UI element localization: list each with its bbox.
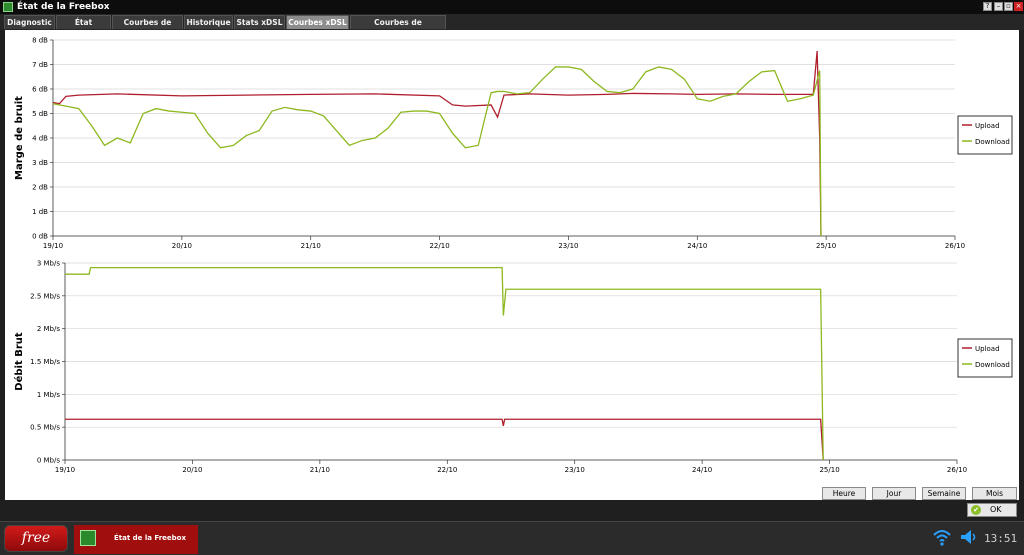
series-line-upload (65, 418, 824, 461)
app-icon (3, 2, 13, 12)
series-line-upload (52, 50, 822, 237)
x-tick-label: 19/10 (43, 242, 63, 250)
tab-bar: Diagnostic État Internet Courbes de Débi… (0, 14, 1024, 41)
noise-margin-chart: 0 dB 1 dB 2 dB 3 dB 4 dB 5 dB 6 dB 7 dB 8 dB 19/1… (14, 37, 1013, 250)
y-tick-label: 2 Mb/s (37, 325, 61, 333)
check-icon: ✔ (971, 505, 981, 515)
legend-label: Upload (975, 122, 1000, 130)
window-title: État de la Freebox (17, 2, 110, 12)
x-tick-label: 26/10 (945, 242, 965, 250)
series-line-download (65, 266, 824, 461)
tab-courbes-debit[interactable]: Courbes de Débit (112, 15, 183, 41)
x-tick-label: 21/10 (310, 466, 330, 474)
x-tick-label: 23/10 (565, 466, 585, 474)
y-tick-label: 0.5 Mb/s (30, 424, 60, 432)
x-tick-label: 22/10 (429, 242, 449, 250)
raw-bitrate-chart: 0 Mb/s 0.5 Mb/s 1 Mb/s 1.5 Mb/s 2 Mb/s 2.5 Mb… (13, 260, 1013, 474)
maximize-icon[interactable]: ▫ (1004, 2, 1013, 11)
x-tick-label: 23/10 (558, 242, 578, 250)
y-tick-label: 0 Mb/s (37, 457, 61, 465)
taskbar-item-etat-freebox[interactable]: État de la Freebox (74, 525, 198, 554)
ok-label: OK (990, 505, 1002, 514)
x-tick-label: 19/10 (55, 466, 75, 474)
series-line-download (52, 66, 822, 237)
y-tick-label: 0 dB (32, 233, 48, 241)
tab-courbes-xdsl[interactable]: Courbes xDSL (286, 15, 349, 29)
free-logo-button[interactable]: free (4, 525, 68, 552)
y-tick-label: 7 dB (32, 61, 48, 69)
x-tick-label: 21/10 (301, 242, 321, 250)
y-tick-label: 1 Mb/s (37, 391, 61, 399)
legend-label: Download (975, 361, 1010, 369)
x-tick-label: 20/10 (172, 242, 192, 250)
y-tick-label: 3 Mb/s (37, 260, 61, 268)
x-tick-label: 25/10 (819, 466, 839, 474)
taskbar: free État de la Freebox (0, 521, 1024, 555)
clock: 13:51 (984, 532, 1018, 545)
y-tick-label: 2 dB (32, 184, 48, 192)
y-tick-label: 6 dB (32, 86, 48, 94)
y-tick-label: 8 dB (32, 37, 48, 45)
y-tick-label: 1.5 Mb/s (30, 358, 60, 366)
x-tick-label: 20/10 (182, 466, 202, 474)
tab-etat-internet[interactable]: État Internet (56, 15, 111, 41)
mois-button[interactable]: Mois (972, 487, 1017, 500)
minimize-icon[interactable]: – (994, 2, 1003, 11)
semaine-button[interactable]: Semaine (922, 487, 966, 500)
y-tick-label: 4 dB (32, 135, 48, 143)
taskbar-item-label: État de la Freebox (114, 534, 187, 542)
legend-label: Upload (975, 345, 1000, 353)
x-tick-label: 22/10 (437, 466, 457, 474)
x-tick-label: 25/10 (816, 242, 836, 250)
close-icon[interactable]: × (1014, 2, 1023, 11)
tab-historique[interactable]: Historique (184, 15, 233, 29)
y-axis-label: Marge de bruit (14, 96, 25, 180)
heure-button[interactable]: Heure (822, 487, 866, 500)
freebox-app-icon (80, 530, 96, 546)
x-tick-label: 24/10 (692, 466, 712, 474)
tab-stats-xdsl[interactable]: Stats xDSL (234, 15, 285, 29)
legend-label: Download (975, 138, 1010, 146)
y-axis-label: Débit Brut (13, 332, 25, 391)
speaker-icon[interactable] (958, 527, 978, 547)
wifi-icon[interactable] (932, 527, 952, 547)
x-tick-label: 26/10 (947, 466, 967, 474)
help-icon[interactable]: ? (983, 2, 992, 11)
y-tick-label: 2.5 Mb/s (30, 292, 60, 300)
tab-diagnostic[interactable]: Diagnostic (4, 15, 55, 29)
jour-button[interactable]: Jour (872, 487, 916, 500)
ok-button[interactable]: ✔ OK (967, 503, 1017, 517)
y-tick-label: 3 dB (32, 159, 48, 167)
y-tick-label: 1 dB (32, 208, 48, 216)
y-tick-label: 5 dB (32, 110, 48, 118)
window-titlebar: État de la Freebox ? – ▫ × (0, 0, 1024, 14)
x-tick-label: 24/10 (687, 242, 707, 250)
tab-courbes-temperature[interactable]: Courbes de température (350, 15, 446, 41)
